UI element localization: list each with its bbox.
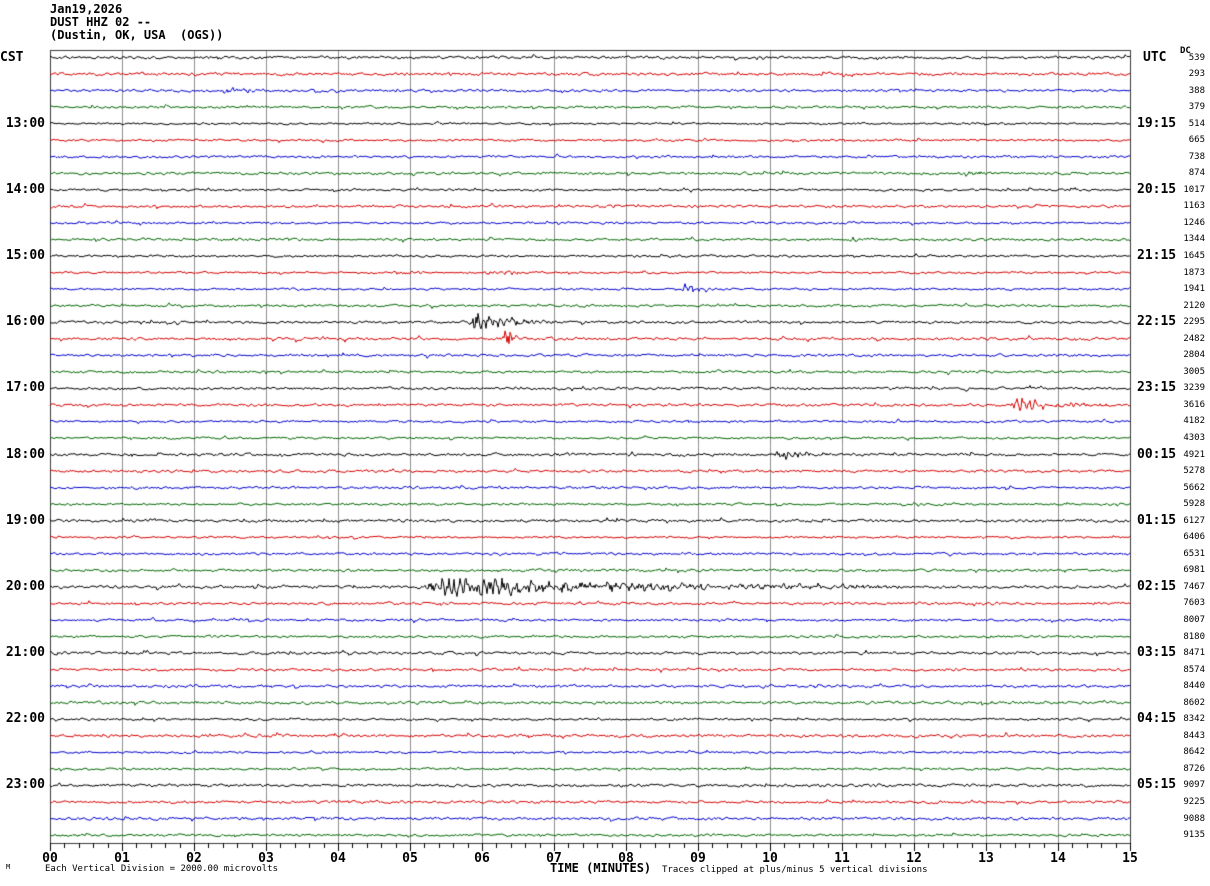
x-axis-tick-label: 13: [978, 851, 994, 866]
x-axis-tick-label: 10: [762, 851, 778, 866]
x-axis-tick-label: 09: [690, 851, 706, 866]
x-axis-tick-label: 11: [834, 851, 850, 866]
x-axis-tick-label: 15: [1122, 851, 1138, 866]
helicorder-page: Jan19,2026 DUST HHZ 02 -- (Dustin, OK, U…: [0, 0, 1210, 886]
corner-mark: M: [6, 863, 11, 871]
scale-note: Each Vertical Division = 2000.00 microvo…: [45, 864, 278, 874]
x-axis-tick-label: 12: [906, 851, 922, 866]
x-axis-title: TIME (MINUTES): [550, 861, 652, 875]
x-axis-tick-label: 05: [402, 851, 418, 866]
x-axis-tick-label: 04: [330, 851, 346, 866]
x-axis-tick-label: 06: [474, 851, 490, 866]
clip-note: Traces clipped at plus/minus 5 vertical …: [662, 865, 928, 875]
x-axis-tick-labels: 00 01 02 03 04 05 06 07 08 09 10 11 12 13 14 15: [0, 0, 1210, 886]
x-axis-tick-label: 14: [1050, 851, 1066, 866]
